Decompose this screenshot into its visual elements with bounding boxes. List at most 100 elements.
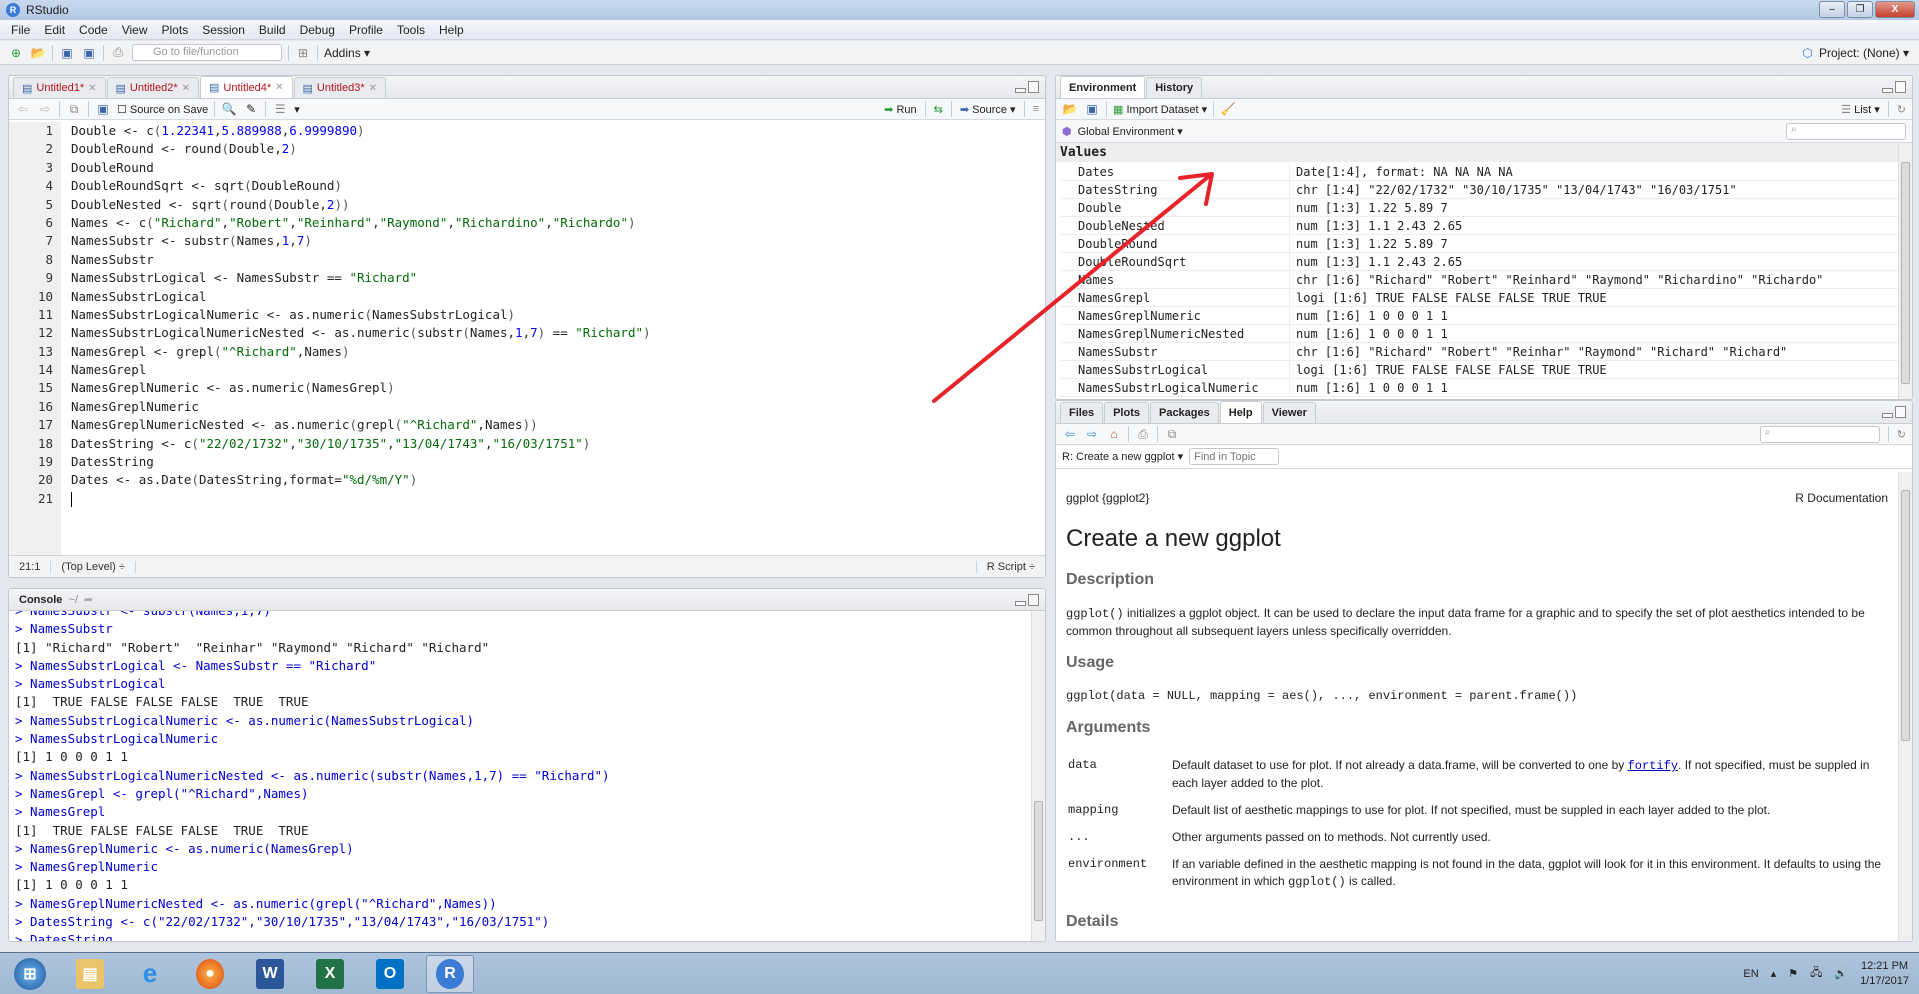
minimize-pane-icon[interactable] [1015,601,1026,606]
environment-row[interactable]: NamesSubstr chr [1:6] "Richard" "Robert" … [1060,343,1898,361]
code-line[interactable]: NamesGreplNumeric <- as.numeric(NamesGre… [71,379,1045,397]
code-lines[interactable]: Double <- c(1.22341,5.889988,6.9999890) D… [61,122,1045,555]
environment-row[interactable]: Double num [1:3] 1.22 5.89 7 [1060,199,1898,217]
tab-untitled3[interactable]: ▤ Untitled3* ✕ [293,77,386,98]
clock[interactable]: 12:21 PM 1/17/2017 [1860,959,1909,989]
menu-edit[interactable]: Edit [37,23,72,37]
menu-profile[interactable]: Profile [342,23,390,37]
code-line[interactable]: NamesGreplNumeric [71,398,1045,416]
run-button[interactable]: ➡ Run [884,103,916,116]
menu-tools[interactable]: Tools [390,23,432,37]
menu-debug[interactable]: Debug [293,23,342,37]
refresh-icon[interactable]: ↻ [1897,103,1906,116]
code-line[interactable]: NamesGrepl [71,361,1045,379]
environment-search-input[interactable]: ⌕ [1786,122,1906,140]
load-workspace-icon[interactable]: 📂 [1062,101,1078,117]
view-mode-dropdown[interactable]: ☰ List ▾ [1841,103,1880,116]
code-line[interactable]: NamesSubstrLogicalNumeric <- as.numeric(… [71,306,1045,324]
environment-row[interactable]: Dates Date[1:4], format: NA NA NA NA [1060,163,1898,181]
close-tab-icon[interactable]: ✕ [369,83,377,94]
code-line[interactable]: DoubleNested <- sqrt(round(Double,2)) [71,196,1045,214]
source-button[interactable]: ➡ Source ▾ [960,103,1016,116]
code-line[interactable]: NamesSubstrLogical [71,288,1045,306]
tab-help[interactable]: Help [1219,401,1262,423]
console-scrollbar[interactable] [1031,611,1045,941]
addins-menu[interactable]: Addins ▾ [324,46,370,60]
code-line[interactable]: NamesSubstrLogical <- NamesSubstr == "Ri… [71,269,1045,287]
taskbar-excel-icon[interactable]: X [306,955,354,993]
more-dropdown-icon[interactable]: ▾ [294,103,300,116]
new-file-icon[interactable]: ⊕ [8,45,24,61]
taskbar-ie-icon[interactable]: e [126,955,174,993]
code-line[interactable]: DoubleRound [71,159,1045,177]
environment-scrollbar[interactable] [1898,144,1912,399]
fortify-link[interactable]: fortify [1628,759,1678,773]
help-scrollbar[interactable] [1898,472,1912,941]
taskbar-explorer-icon[interactable]: ▤ [66,955,114,993]
compile-report-icon[interactable]: ☰ [272,101,288,117]
rerun-icon[interactable]: ⇆ [934,103,943,116]
open-file-icon[interactable]: 📂 [30,45,46,61]
show-in-window-icon[interactable]: ⧉ [1164,426,1180,442]
help-back-icon[interactable]: ⇦ [1062,426,1078,442]
refresh-icon[interactable]: ↻ [1897,428,1906,441]
help-search-input[interactable]: ⌕ [1759,425,1880,443]
menu-code[interactable]: Code [72,23,115,37]
close-tab-icon[interactable]: ✕ [275,82,283,93]
show-hidden-icons[interactable]: ▴ [1771,967,1777,980]
save-workspace-icon[interactable]: ▣ [1084,101,1100,117]
taskbar-word-icon[interactable]: W [246,955,294,993]
environment-row[interactable]: NamesSubstrLogical logi [1:6] TRUE FALSE … [1060,361,1898,379]
code-line[interactable]: Dates <- as.Date(DatesString,format="%d/… [71,471,1045,489]
scope-selector[interactable]: (Top Level) ÷ [51,560,136,573]
help-forward-icon[interactable]: ⇨ [1084,426,1100,442]
maximize-pane-icon[interactable] [1895,81,1906,93]
code-line[interactable]: DatesString [71,453,1045,471]
search-icon[interactable]: 🔍 [221,101,237,117]
code-line[interactable]: Names <- c("Richard","Robert","Reinhard"… [71,214,1045,232]
environment-row[interactable]: DatesString chr [1:4] "22/02/1732" "30/10… [1060,181,1898,199]
import-dataset-button[interactable]: ▦ Import Dataset ▾ [1113,103,1207,116]
maximize-pane-icon[interactable] [1028,81,1039,93]
project-menu[interactable]: ⬡ Project: (None) ▾ [1800,45,1909,61]
save-all-icon[interactable]: ▣ [81,45,97,61]
environment-scope-dropdown[interactable]: Global Environment ▾ [1078,125,1183,138]
code-line[interactable]: NamesSubstr <- substr(Names,1,7) [71,232,1045,250]
code-line[interactable]: Double <- c(1.22341,5.889988,6.9999890) [71,122,1045,140]
close-tab-icon[interactable]: ✕ [182,83,190,94]
minimize-pane-icon[interactable] [1882,413,1893,418]
tab-environment[interactable]: Environment [1060,76,1146,98]
clear-broom-icon[interactable]: 🧹 [1220,101,1236,117]
start-button[interactable]: ⊞ [6,955,54,993]
menu-help[interactable]: Help [432,23,471,37]
taskbar-rstudio-icon[interactable]: R [426,954,474,993]
environment-row[interactable]: NamesSubstrLogicalNumeric num [1:6] 1 0 0… [1060,379,1898,397]
close-tab-icon[interactable]: ✕ [88,83,96,94]
menu-build[interactable]: Build [252,23,293,37]
environment-row[interactable]: DoubleNested num [1:3] 1.1 2.43 2.65 [1060,217,1898,235]
environment-row[interactable]: DoubleRoundSqrt num [1:3] 1.1 2.43 2.65 [1060,253,1898,271]
environment-row[interactable]: DoubleRound num [1:3] 1.22 5.89 7 [1060,235,1898,253]
help-home-icon[interactable]: ⌂ [1106,426,1122,442]
go-to-file-input[interactable]: Go to file/function [132,44,282,61]
code-line[interactable]: DatesString <- c("22/02/1732","30/10/173… [71,435,1045,453]
language-indicator[interactable]: EN [1743,968,1758,980]
code-tools-wand-icon[interactable]: ✎ [243,101,259,117]
tab-history[interactable]: History [1146,77,1203,98]
tab-untitled1[interactable]: ▤ Untitled1* ✕ [13,77,106,98]
workspace-panes-icon[interactable]: ⊞ [295,45,311,61]
code-line[interactable]: DoubleRoundSqrt <- sqrt(DoubleRound) [71,177,1045,195]
help-topic-dropdown[interactable]: R: Create a new ggplot ▾ [1062,450,1183,463]
minimize-pane-icon[interactable] [1882,88,1893,93]
save-icon[interactable]: ▣ [95,101,111,117]
print-icon[interactable]: ⎙ [110,45,126,61]
tab-files[interactable]: Files [1060,402,1104,423]
tab-untitled4[interactable]: ▤ Untitled4* ✕ [200,76,293,98]
code-line[interactable]: NamesGrepl <- grepl("^Richard",Names) [71,343,1045,361]
code-line[interactable] [71,490,1045,508]
code-line[interactable]: NamesGreplNumericNested <- as.numeric(gr… [71,416,1045,434]
forward-icon[interactable]: ⇨ [37,101,53,117]
minimize-button[interactable]: – [1819,1,1845,18]
environment-row[interactable]: NamesGreplNumeric num [1:6] 1 0 0 0 1 1 [1060,307,1898,325]
menu-view[interactable]: View [115,23,155,37]
